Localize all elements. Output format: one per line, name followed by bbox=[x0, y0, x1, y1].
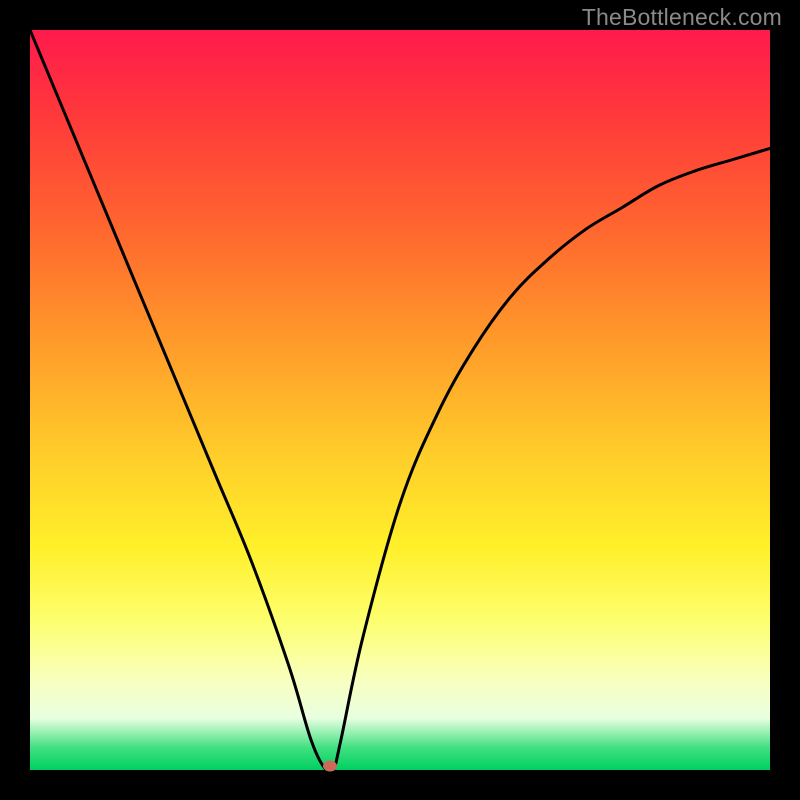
chart-frame: TheBottleneck.com bbox=[0, 0, 800, 800]
optimum-marker bbox=[323, 761, 337, 772]
watermark-text: TheBottleneck.com bbox=[582, 4, 782, 31]
plot-area bbox=[30, 30, 770, 770]
bottleneck-curve bbox=[30, 30, 770, 770]
